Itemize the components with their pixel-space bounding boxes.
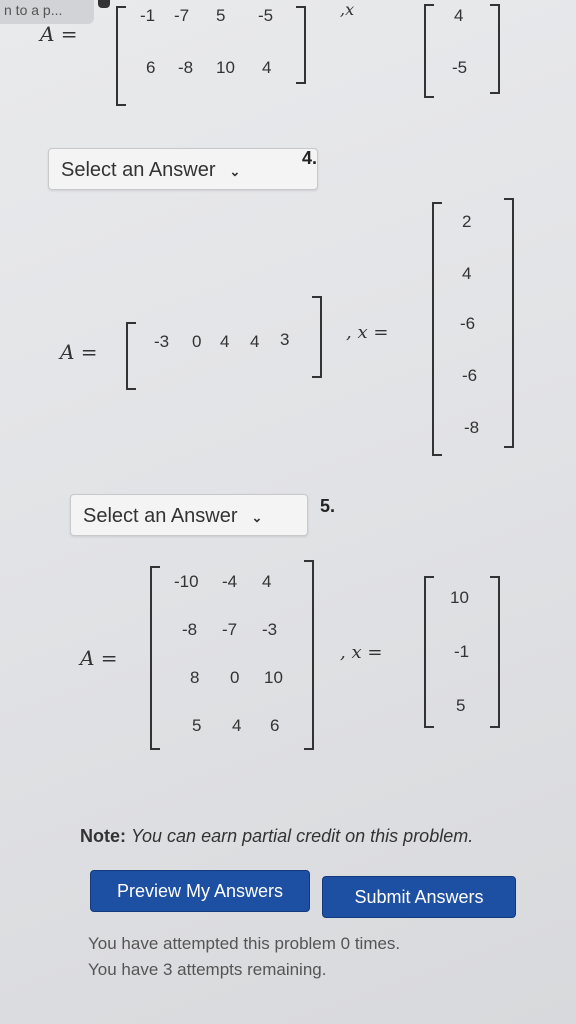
problem3-x-left-bracket xyxy=(424,4,434,98)
problem5-x-1: 10 xyxy=(450,588,469,607)
problem4-x-4: -6 xyxy=(462,366,478,385)
problem5-x-left-bracket xyxy=(424,576,434,728)
problem4-a-right-bracket xyxy=(312,296,322,378)
problem4-select-label: Select an Answer xyxy=(61,159,216,181)
problem4-a-c4: 4 xyxy=(250,332,260,351)
problem4-x-2: 4 xyxy=(462,264,472,283)
problem4-a-c1: -3 xyxy=(154,332,170,351)
preview-answers-button[interactable]: Preview My Answers xyxy=(90,870,310,912)
problem5-number: 5. xyxy=(320,496,336,516)
tab-indicator xyxy=(98,0,110,8)
problem5-a-r4c1: 5 xyxy=(192,716,202,735)
problem5-select-label: Select an Answer xyxy=(83,505,238,527)
browser-tab[interactable]: n to a p... xyxy=(0,0,94,24)
note-label: Note: xyxy=(80,826,126,846)
submit-answers-button[interactable]: Submit Answers xyxy=(322,876,516,918)
problem3-a-r2c2: -8 xyxy=(178,58,194,77)
problem3-a-r1c3: 5 xyxy=(216,6,226,25)
tab-title: n to a p... xyxy=(4,2,63,18)
problem3-a-right-bracket xyxy=(296,6,306,84)
problem5-a-r3c1: 8 xyxy=(190,668,200,687)
problem5-a-right-bracket xyxy=(304,560,314,750)
problem5-answer-select[interactable]: Select an Answer ⌄ xyxy=(70,494,308,536)
problem4-x-1: 2 xyxy=(462,212,472,231)
problem5-x-3: 5 xyxy=(456,696,466,715)
problem3-a-r2c1: 6 xyxy=(146,58,156,77)
problem5-x-right-bracket xyxy=(490,576,500,728)
problem4-number: 4. xyxy=(302,148,318,168)
problem4-a-c3: 4 xyxy=(220,332,230,351)
problem5-a-r1c2: -4 xyxy=(222,572,238,591)
problem3-a-r2c3: 10 xyxy=(216,58,235,77)
problem5-a-r2c2: -7 xyxy=(222,620,238,639)
problem3-x-2: -5 xyxy=(452,58,468,77)
problem3-x-right-bracket xyxy=(490,4,500,94)
problem5-a-r2c3: -3 xyxy=(262,620,278,639)
problem4-x-3: -6 xyxy=(460,314,476,333)
problem5-a-r1c3: 4 xyxy=(262,572,272,591)
problem5-x-2: -1 xyxy=(454,642,470,661)
problem5-a-r4c2: 4 xyxy=(232,716,242,735)
problem4-a-label: A = xyxy=(60,340,98,364)
attempts-count-text: You have attempted this problem 0 times. xyxy=(88,934,401,953)
problem4-x-label: , x = xyxy=(346,322,389,343)
problem5-a-left-bracket xyxy=(150,566,160,750)
note-text: You can earn partial credit on this prob… xyxy=(131,826,474,846)
problem3-a-r1c4: -5 xyxy=(258,6,274,25)
problem4-a-left-bracket xyxy=(126,322,136,390)
problem5-a-r1c1: -10 xyxy=(174,572,199,591)
problem4-a-c5: 3 xyxy=(280,330,290,349)
problem3-a-r1c1: -1 xyxy=(140,6,156,25)
problem5-a-r3c3: 10 xyxy=(264,668,283,687)
problem4-x-left-bracket xyxy=(432,202,442,456)
problem5-a-r3c2: 0 xyxy=(230,668,240,687)
chevron-down-icon: ⌄ xyxy=(251,510,263,525)
problem5-a-label: A = xyxy=(80,646,118,670)
problem3-x-1: 4 xyxy=(454,6,464,25)
problem4-x-5: -8 xyxy=(464,418,480,437)
problem3-a-r1c2: -7 xyxy=(174,6,190,25)
problem4-a-c2: 0 xyxy=(192,332,202,351)
problem5-a-r2c1: -8 xyxy=(182,620,198,639)
problem3-a-r2c4: 4 xyxy=(262,58,272,77)
problem5-a-r4c3: 6 xyxy=(270,716,280,735)
problem3-a-label: A = xyxy=(40,22,78,46)
problem3-x-label: ,x xyxy=(340,0,355,19)
problem5-x-label: , x = xyxy=(340,642,383,663)
problem3-a-left-bracket xyxy=(116,6,126,106)
problem4-answer-select[interactable]: Select an Answer ⌄ xyxy=(48,148,318,190)
partial-credit-note: Note: You can earn partial credit on thi… xyxy=(80,826,473,847)
problem4-x-right-bracket xyxy=(504,198,514,448)
attempts-remaining-text: You have 3 attempts remaining. xyxy=(88,960,327,979)
chevron-down-icon: ⌄ xyxy=(229,164,241,179)
